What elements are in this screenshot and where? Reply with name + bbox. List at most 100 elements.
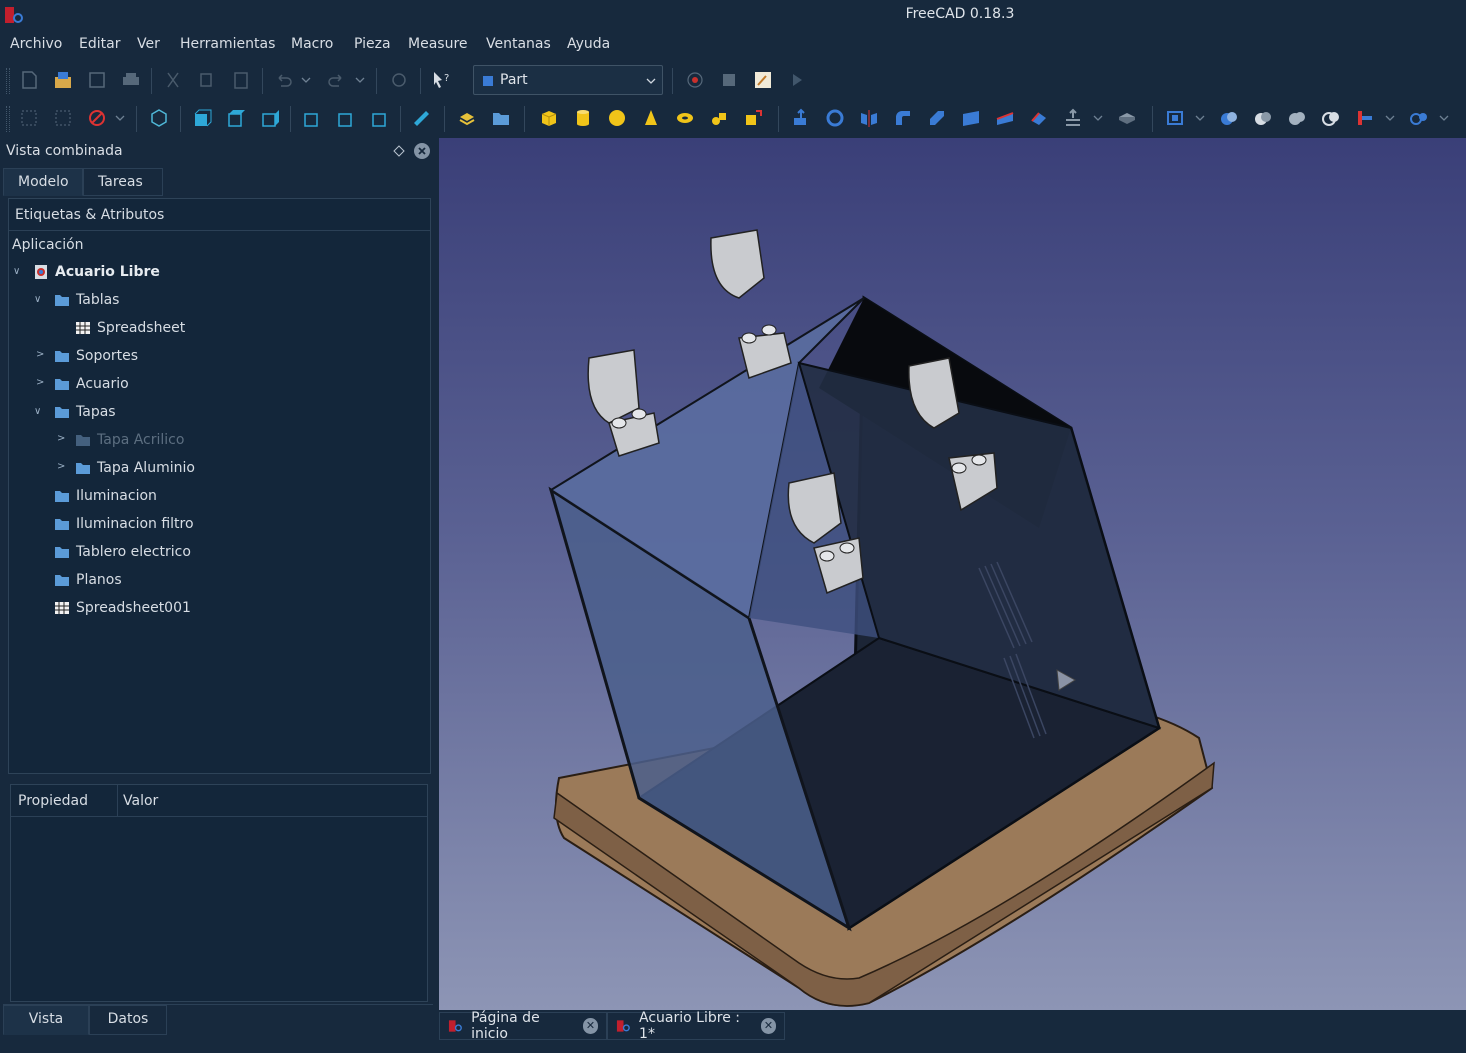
- view-front-icon[interactable]: [190, 107, 212, 129]
- close-icon[interactable]: ✕: [582, 1018, 598, 1034]
- create-part-icon[interactable]: [456, 107, 478, 129]
- paste-icon[interactable]: [230, 69, 252, 91]
- chevron-down-icon[interactable]: [300, 69, 312, 91]
- model-tree[interactable]: Etiquetas & Atributos Aplicación ∨ Acuar…: [8, 198, 431, 774]
- box-element-selection-icon[interactable]: [52, 107, 74, 129]
- menu-herramientas[interactable]: Herramientas: [180, 36, 275, 52]
- tree-item-spreadsheet001[interactable]: Spreadsheet001: [54, 597, 191, 619]
- macro-stop-icon[interactable]: [718, 69, 740, 91]
- menu-archivo[interactable]: Archivo: [10, 36, 62, 52]
- collapse-arrow-icon[interactable]: >: [36, 377, 44, 388]
- torus-icon[interactable]: [674, 107, 696, 129]
- workbench-selector[interactable]: Part: [473, 65, 663, 95]
- cylinder-icon[interactable]: [572, 107, 594, 129]
- fillet-icon[interactable]: [892, 107, 914, 129]
- chevron-down-icon[interactable]: [114, 107, 126, 129]
- sphere-icon[interactable]: [606, 107, 628, 129]
- tree-item-tablas[interactable]: Tablas: [54, 289, 119, 311]
- whats-this-icon[interactable]: ?: [430, 69, 452, 91]
- macro-edit-icon[interactable]: [752, 69, 774, 91]
- view-rear-icon[interactable]: [300, 107, 322, 129]
- collapse-arrow-icon[interactable]: >: [57, 461, 65, 472]
- tab-vista[interactable]: Vista: [3, 1005, 89, 1035]
- collapse-arrow-icon[interactable]: >: [36, 349, 44, 360]
- tab-modelo[interactable]: Modelo: [3, 168, 83, 196]
- fuse-icon[interactable]: [1286, 107, 1308, 129]
- tree-item-soportes[interactable]: Soportes: [54, 345, 138, 367]
- view-right-icon[interactable]: [258, 107, 280, 129]
- tree-item-acuario-libre[interactable]: Acuario Libre: [33, 261, 160, 283]
- expand-arrow-icon[interactable]: ∨: [34, 294, 41, 305]
- copy-icon[interactable]: [196, 69, 218, 91]
- extrude-icon[interactable]: [790, 107, 812, 129]
- revolve-icon[interactable]: [824, 107, 846, 129]
- shape-builder-icon[interactable]: [742, 107, 764, 129]
- create-group-icon[interactable]: [490, 107, 512, 129]
- menu-ayuda[interactable]: Ayuda: [567, 36, 610, 52]
- cut-boolean-icon[interactable]: [1252, 107, 1274, 129]
- property-column-header[interactable]: Propiedad: [18, 793, 88, 809]
- float-panel-icon[interactable]: [393, 145, 405, 157]
- doc-tab-start-page[interactable]: Página de inicio ✕: [439, 1010, 607, 1042]
- property-view[interactable]: Propiedad Valor: [10, 784, 428, 1002]
- chevron-down-icon[interactable]: [1194, 107, 1206, 129]
- chevron-down-icon[interactable]: [1384, 107, 1396, 129]
- close-icon[interactable]: ✕: [760, 1018, 776, 1034]
- tree-item-iluminacion[interactable]: Iluminacion: [54, 485, 157, 507]
- view-isometric-icon[interactable]: [148, 107, 170, 129]
- open-document-icon[interactable]: [52, 69, 74, 91]
- menu-ver[interactable]: Ver: [137, 36, 160, 52]
- tree-item-tablero-electrico[interactable]: Tablero electrico: [54, 541, 191, 563]
- cube-icon[interactable]: [538, 107, 560, 129]
- thickness-icon[interactable]: [1116, 107, 1138, 129]
- cone-icon[interactable]: [640, 107, 662, 129]
- draw-style-icon[interactable]: [86, 107, 108, 129]
- doc-tab-acuario-libre[interactable]: Acuario Libre : 1* ✕: [607, 1010, 785, 1042]
- macro-record-icon[interactable]: [684, 69, 706, 91]
- view-bottom-icon[interactable]: [334, 107, 356, 129]
- tree-item-planos[interactable]: Planos: [54, 569, 122, 591]
- chevron-down-icon[interactable]: [1438, 107, 1450, 129]
- view-left-icon[interactable]: [368, 107, 390, 129]
- menu-pieza[interactable]: Pieza: [354, 36, 391, 52]
- tree-item-tapas[interactable]: Tapas: [54, 401, 116, 423]
- menu-ventanas[interactable]: Ventanas: [486, 36, 551, 52]
- box-selection-icon[interactable]: [18, 107, 40, 129]
- 3d-viewport[interactable]: [439, 138, 1466, 1010]
- compound-tools-icon[interactable]: [1164, 107, 1186, 129]
- value-column-header[interactable]: Valor: [123, 793, 158, 809]
- sweep-icon[interactable]: [1062, 107, 1084, 129]
- expand-arrow-icon[interactable]: ∨: [13, 266, 20, 277]
- undo-icon[interactable]: [272, 69, 294, 91]
- close-icon[interactable]: [413, 142, 431, 160]
- tree-item-iluminacion-filtro[interactable]: Iluminacion filtro: [54, 513, 194, 535]
- ruled-surface-icon[interactable]: [994, 107, 1016, 129]
- tab-tareas[interactable]: Tareas: [83, 168, 163, 196]
- split-tools-icon[interactable]: [1408, 107, 1430, 129]
- chamfer-icon[interactable]: [926, 107, 948, 129]
- primitives-icon[interactable]: [708, 107, 730, 129]
- tree-item-tapa-acrilico[interactable]: Tapa Acrilico: [75, 429, 184, 451]
- tree-item-tapa-aluminio[interactable]: Tapa Aluminio: [75, 457, 195, 479]
- view-top-icon[interactable]: [224, 107, 246, 129]
- tree-item-spreadsheet[interactable]: Spreadsheet: [75, 317, 185, 339]
- refresh-icon[interactable]: [388, 69, 410, 91]
- expand-arrow-icon[interactable]: ∨: [34, 406, 41, 417]
- menu-editar[interactable]: Editar: [79, 36, 120, 52]
- boolean-icon[interactable]: [1218, 107, 1240, 129]
- menu-macro[interactable]: Macro: [291, 36, 333, 52]
- print-icon[interactable]: [120, 69, 142, 91]
- macro-run-icon[interactable]: [786, 69, 808, 91]
- loft-icon[interactable]: [1028, 107, 1050, 129]
- join-features-icon[interactable]: [1354, 107, 1376, 129]
- measure-distance-icon[interactable]: [410, 107, 432, 129]
- chevron-down-icon[interactable]: [1092, 107, 1104, 129]
- cut-icon[interactable]: [162, 69, 184, 91]
- toolbar-grip[interactable]: [6, 106, 10, 132]
- mirror-icon[interactable]: [858, 107, 880, 129]
- tab-datos[interactable]: Datos: [89, 1005, 167, 1035]
- new-document-icon[interactable]: [18, 69, 40, 91]
- save-icon[interactable]: [86, 69, 108, 91]
- common-icon[interactable]: [1320, 107, 1342, 129]
- make-face-icon[interactable]: [960, 107, 982, 129]
